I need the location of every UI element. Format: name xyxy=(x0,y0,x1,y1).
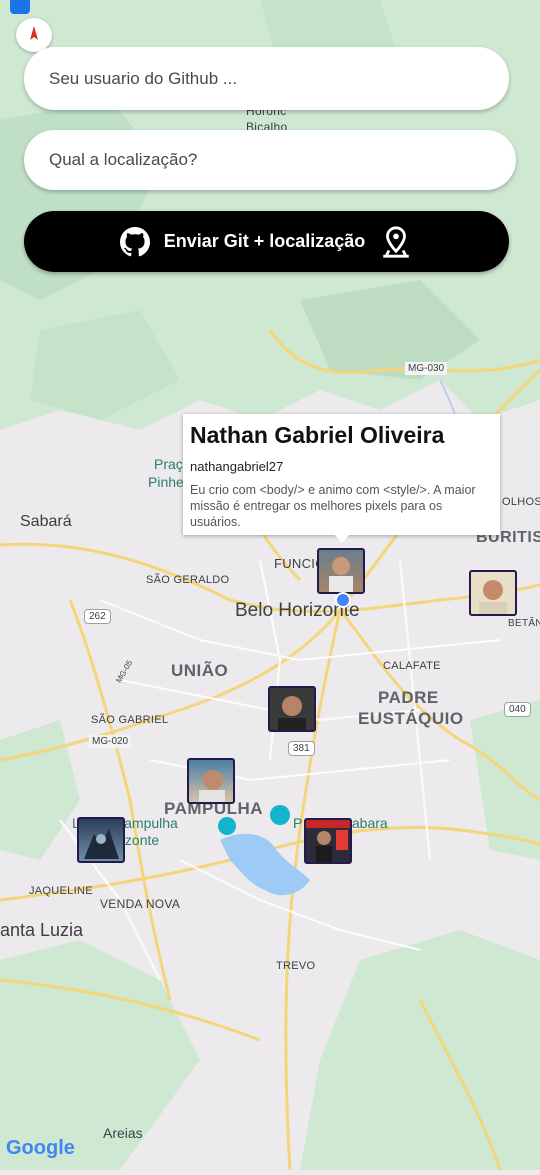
github-icon xyxy=(119,226,150,257)
popup-bio: Eu crio com <body/> e animo com <style/>… xyxy=(190,483,476,529)
popup-username: nathangabriel27 xyxy=(190,459,284,474)
user-avatar[interactable] xyxy=(77,817,125,863)
map-label-olhos: OLHOS D' xyxy=(502,496,540,508)
user-popup[interactable]: Nathan Gabriel Oliveira nathangabriel27 … xyxy=(183,414,500,535)
map-label-pinheiro: Pinhe xyxy=(148,474,184,490)
popup-arrow xyxy=(334,534,350,543)
road-shield-040: 040 xyxy=(504,702,531,717)
map-label-calafate: CALAFATE xyxy=(383,660,441,672)
compass-icon[interactable] xyxy=(16,18,52,52)
road-shield-262: 262 xyxy=(84,609,111,624)
user-avatar[interactable] xyxy=(187,758,235,804)
map-label-praca: Praç xyxy=(154,456,183,472)
map-pin-icon xyxy=(379,225,413,259)
map-label-eustaquio: EUSTÁQUIO xyxy=(358,709,464,728)
map-label-venda-nova: VENDA NOVA xyxy=(100,897,181,911)
map-label-jaqueline: JAQUELINE xyxy=(29,885,93,897)
user-avatar[interactable] xyxy=(304,818,352,864)
github-user-input[interactable] xyxy=(47,67,509,90)
google-logo: Google xyxy=(6,1137,75,1159)
location-dot xyxy=(335,592,351,608)
park-poi-icon[interactable] xyxy=(270,805,290,825)
map-label-uniao: UNIÃO xyxy=(171,661,229,680)
map-label-betania: BETÂN xyxy=(508,618,540,629)
map-label-padre: PADRE xyxy=(378,688,439,707)
road-label-mg030: MG-030 xyxy=(405,362,448,375)
map-label-sabara: Sabará xyxy=(20,513,72,530)
map-label-trevo: TREVO xyxy=(276,960,316,972)
map-label-santa-luzia: anta Luzia xyxy=(0,920,84,940)
location-field[interactable] xyxy=(24,130,516,190)
map-label-areias: Areias xyxy=(103,1125,143,1141)
camera-poi-icon[interactable] xyxy=(218,817,236,835)
location-input[interactable] xyxy=(47,149,516,171)
github-user-field[interactable] xyxy=(24,47,509,110)
road-label-mg020: MG-020 xyxy=(89,735,132,748)
map-label-sao-geraldo: SÃO GERALDO xyxy=(146,574,230,586)
submit-button[interactable]: Enviar Git + localização xyxy=(24,211,509,272)
road-shield-381: 381 xyxy=(288,741,315,756)
popup-name: Nathan Gabriel Oliveira xyxy=(190,422,445,448)
camera-icon xyxy=(10,0,30,14)
map-label-sao-gabriel: SÃO GABRIEL xyxy=(91,714,169,726)
user-avatar[interactable] xyxy=(268,686,316,732)
user-avatar[interactable] xyxy=(469,570,517,616)
submit-button-label: Enviar Git + localização xyxy=(163,231,366,251)
user-avatar[interactable] xyxy=(317,548,365,594)
